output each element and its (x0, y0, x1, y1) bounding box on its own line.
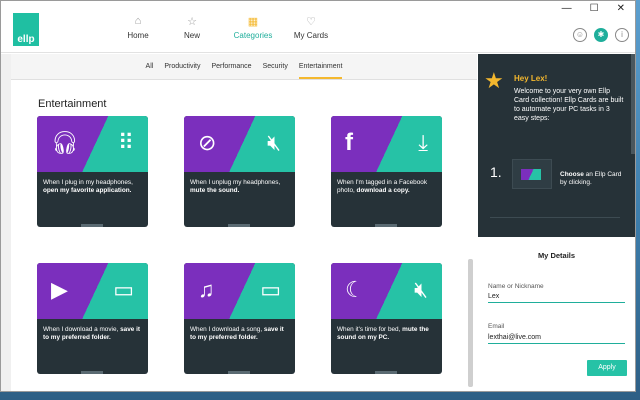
step-number: 1. (490, 164, 502, 180)
card-facebook-photo[interactable]: f ⤓ When I'm tagged in a Facebook photo,… (331, 116, 442, 227)
download-icon: ⤓ (418, 130, 428, 155)
card-download-movie[interactable]: ▶︎ ▭ When I download a movie, save it to… (37, 263, 148, 374)
card-text: When it's time for bed, mute the sound o… (337, 326, 429, 341)
mute-icon: 🔇︎ (414, 277, 428, 302)
intro-text: Welcome to your very own Ellp Card colle… (514, 88, 624, 122)
maximize-button[interactable]: ☐ (590, 3, 599, 14)
nav-home-label: Home (127, 31, 149, 40)
apps-grid-icon: ⠿ (117, 130, 134, 155)
nav-categories-label: Categories (233, 31, 273, 40)
left-edge (1, 54, 11, 391)
card-footer-bar (228, 224, 250, 227)
watermark-logo: GENK (528, 378, 576, 395)
details-title: My Details (537, 251, 576, 260)
headphones-off-icon: ⊘ (198, 130, 217, 155)
minimize-button[interactable]: — (562, 3, 572, 14)
card-bedtime[interactable]: ☾ 🔇︎ When it's time for bed, mute the so… (331, 263, 442, 374)
mute-icon: 🔇︎ (267, 130, 281, 155)
folder-heart-icon: ▭ (113, 277, 134, 302)
star-icon: ★ (484, 68, 504, 93)
main-nav: ⌂ Home ☆ New ▦ Categories ♡ My Cards (111, 15, 339, 40)
greeting: Hey Lex! (514, 74, 548, 83)
panel-scrollbar[interactable] (631, 54, 635, 154)
nav-new[interactable]: ☆ New (165, 15, 219, 40)
nav-my-cards[interactable]: ♡ My Cards (283, 15, 339, 40)
filter-entertainment[interactable]: Entertainment (298, 63, 343, 79)
window-controls: — ☐ ✕ (562, 3, 625, 14)
section-title: Entertainment (38, 98, 107, 110)
filter-performance[interactable]: Performance (212, 63, 252, 79)
moon-icon: ☾ (345, 277, 365, 302)
grid-icon: ▦ (247, 16, 259, 28)
card-text: When I download a song, save it to my pr… (190, 326, 284, 341)
filter-productivity[interactable]: Productivity (164, 63, 200, 79)
filter-all[interactable]: All (146, 63, 154, 79)
card-download-song[interactable]: ♫ ▭ When I download a song, save it to m… (184, 263, 295, 374)
mini-card (521, 169, 541, 180)
panel-divider (490, 217, 620, 218)
nav-new-label: New (183, 31, 200, 40)
email-field[interactable]: lexthai@live.com (488, 334, 625, 344)
title-bar: ellp ⌂ Home ☆ New ▦ Categories ♡ My Card… (1, 1, 635, 53)
play-icon: ▶︎ (51, 277, 68, 302)
music-note-icon: ♫ (198, 277, 215, 302)
step-text: Choose an Ellp Card by clicking. (560, 171, 622, 186)
card-plug-headphones[interactable]: 🎧︎ ⠿ When I plug in my headphones, open … (37, 116, 148, 227)
app-logo[interactable]: ellp (13, 13, 39, 46)
app-window: ellp ⌂ Home ☆ New ▦ Categories ♡ My Card… (0, 0, 636, 392)
gear-icon[interactable]: ✱ (594, 28, 608, 42)
card-footer-bar (81, 224, 103, 227)
card-footer-bar (81, 371, 103, 374)
close-button[interactable]: ✕ (617, 3, 625, 14)
feedback-smiley-icon[interactable]: ☺ (573, 28, 587, 42)
category-filter-bar: All Productivity Performance Security En… (11, 54, 477, 80)
card-text: When I'm tagged in a Facebook photo, dow… (337, 179, 428, 194)
header-actions: ☺ ✱ i (573, 28, 629, 42)
card-footer-bar (375, 224, 397, 227)
card-text: When I unplug my headphones, mute the so… (190, 179, 281, 194)
email-label: Email (488, 323, 505, 330)
facebook-icon: f (345, 129, 353, 156)
folder-heart-icon: ▭ (260, 277, 281, 302)
card-text: When I download a movie, save it to my p… (43, 326, 140, 341)
info-icon[interactable]: i (615, 28, 629, 42)
step-illustration (512, 159, 552, 189)
my-details-form: My Details Name or Nickname Lex Email le… (478, 237, 635, 391)
heart-icon: ♡ (306, 16, 316, 28)
filter-security[interactable]: Security (263, 63, 288, 79)
headphones-icon: 🎧︎ (51, 130, 79, 155)
name-field[interactable]: Lex (488, 293, 625, 303)
nav-categories[interactable]: ▦ Categories (223, 15, 283, 40)
name-label: Name or Nickname (488, 283, 544, 290)
star-outline-icon: ☆ (187, 16, 197, 28)
card-text: When I plug in my headphones, open my fa… (43, 179, 133, 194)
main-scrollbar[interactable] (468, 259, 473, 387)
home-icon: ⌂ (134, 15, 142, 27)
main-content: All Productivity Performance Security En… (11, 54, 477, 391)
card-unplug-headphones[interactable]: ⊘ 🔇︎ When I unplug my headphones, mute t… (184, 116, 295, 227)
nav-my-cards-label: My Cards (293, 31, 329, 40)
nav-home[interactable]: ⌂ Home (111, 15, 165, 40)
card-footer-bar (228, 371, 250, 374)
apply-button[interactable]: Apply (587, 360, 627, 376)
card-footer-bar (375, 371, 397, 374)
